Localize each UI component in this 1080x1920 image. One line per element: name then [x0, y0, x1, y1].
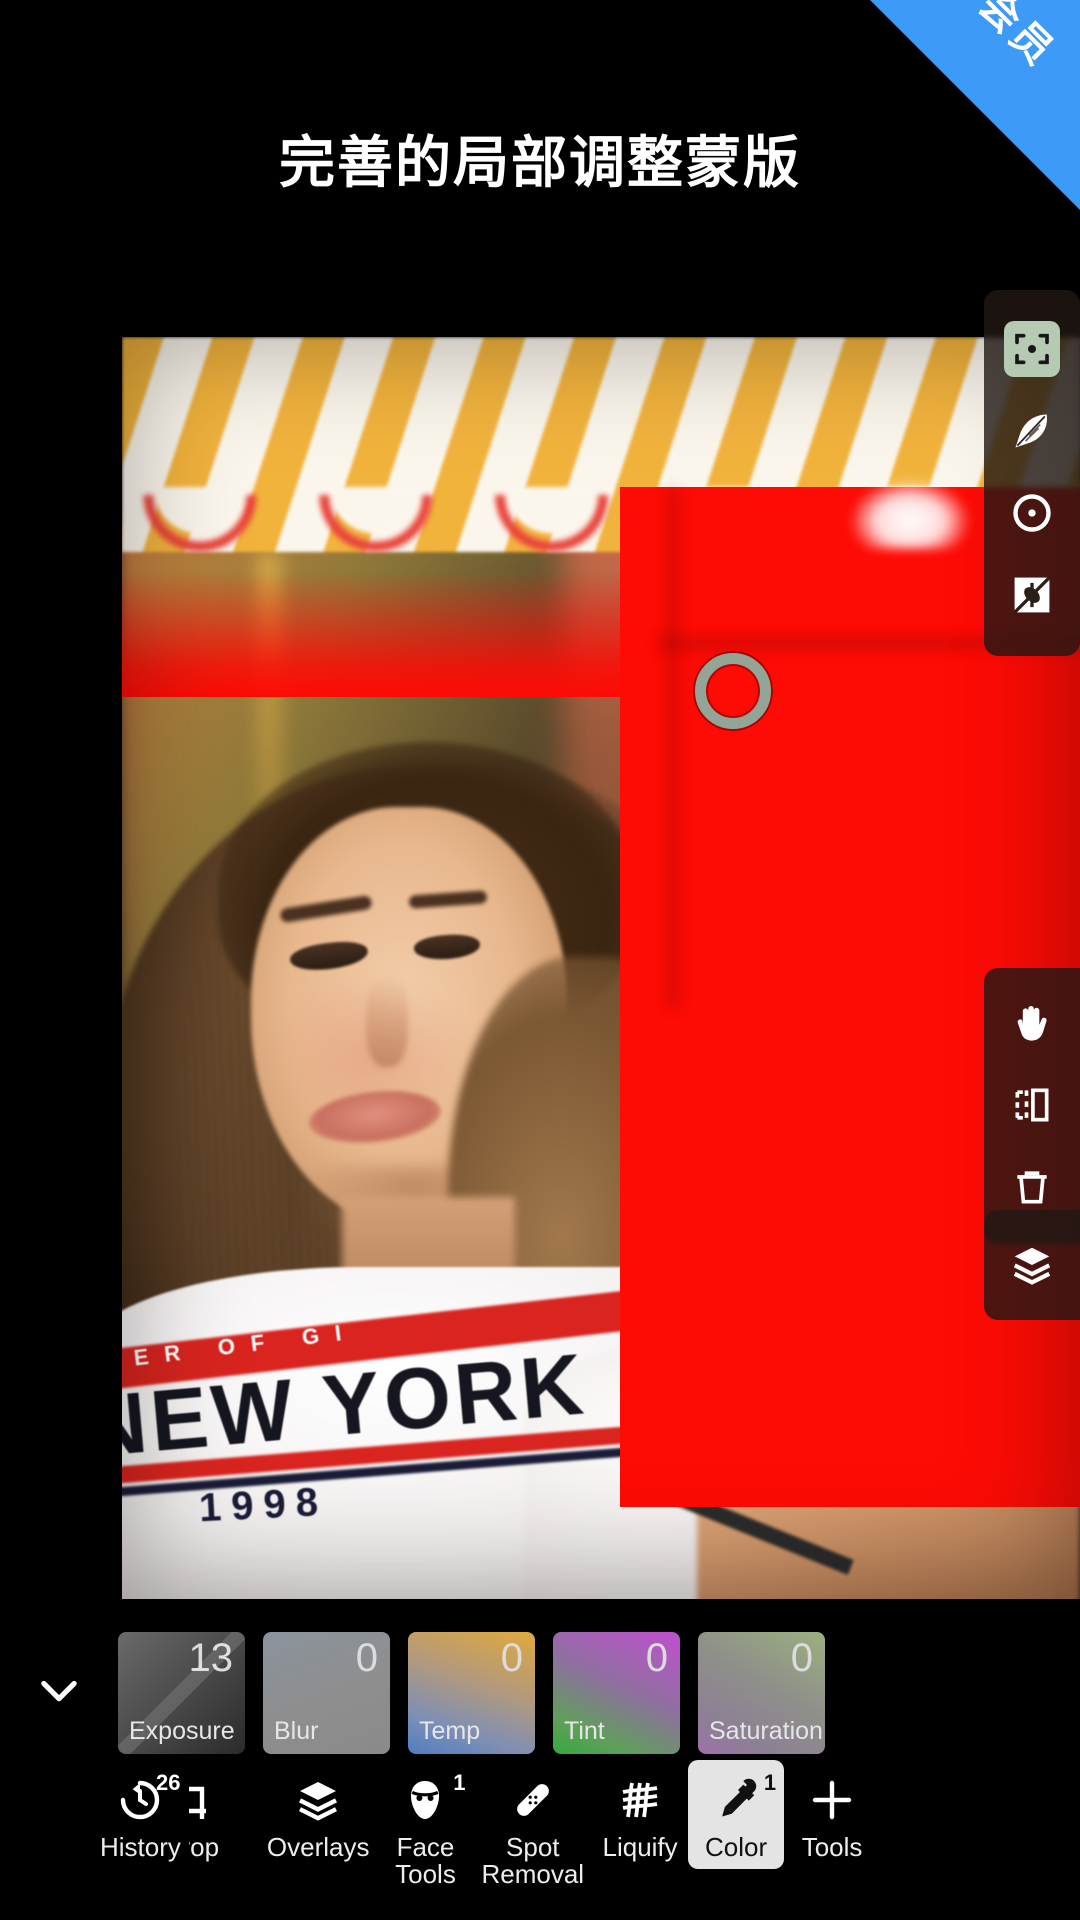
adjustment-swatch-exposure[interactable]: 13 Exposure: [118, 1631, 245, 1754]
toolbar-item-tools[interactable]: Tools: [784, 1760, 880, 1861]
photo-canvas[interactable]: ER OF GI NEW YORK 1998: [122, 337, 1080, 1599]
toolbar-badge: 1: [763, 1770, 777, 1795]
layers-button[interactable]: [984, 1224, 1080, 1306]
mask-tools-panel: [984, 290, 1080, 656]
layers-panel[interactable]: [984, 1210, 1080, 1320]
chevron-down-icon: [33, 1664, 85, 1721]
transform-tools-panel: [984, 968, 1080, 1244]
adjustment-swatches[interactable]: 13 Exposure 0 Blur 0 Temp 0 Tint 0 Saturation: [118, 1631, 825, 1754]
toolbar-item-history[interactable]: 26 History: [92, 1760, 189, 1862]
toolbar-item-liquify[interactable]: Liquify: [592, 1760, 688, 1861]
toolbar-item-color[interactable]: 1 Color: [688, 1760, 785, 1870]
flip-mirror-icon: [1010, 1083, 1054, 1127]
adjustment-value: 0: [500, 1635, 523, 1680]
adjustment-label: Saturation: [709, 1716, 823, 1745]
face-icon: 1: [401, 1770, 465, 1826]
history-icon: 26: [116, 1770, 180, 1826]
pan-hand-icon: [1010, 1001, 1054, 1045]
adjustment-swatch-temp[interactable]: 0 Temp: [408, 1631, 535, 1754]
adjustment-label: Tint: [564, 1716, 605, 1745]
toolbar-badge: 1: [453, 1770, 466, 1795]
adjustment-value: 0: [790, 1635, 813, 1680]
adjustment-swatch-tint[interactable]: 0 Tint: [553, 1631, 680, 1754]
toolbar-label: History: [100, 1832, 181, 1862]
adjustment-value: 0: [645, 1635, 668, 1680]
premium-ribbon[interactable]: 会员: [870, 0, 1080, 210]
adjustment-swatch-saturation[interactable]: 0 Saturation: [698, 1631, 825, 1754]
pan-hand-tool[interactable]: [984, 982, 1080, 1064]
flip-mirror-tool[interactable]: [984, 1064, 1080, 1146]
feather-icon: [1010, 409, 1054, 453]
toolbar-item-spot-removal[interactable]: Spot Removal: [473, 1760, 592, 1888]
bandage-icon: [509, 1774, 557, 1826]
adjustment-label: Temp: [419, 1716, 481, 1745]
adjustment-label: Blur: [274, 1716, 319, 1745]
adjustment-value: 13: [188, 1635, 234, 1680]
plus-icon: [808, 1774, 856, 1826]
radial-icon: [1010, 491, 1054, 535]
brush-cursor-ring[interactable]: [695, 653, 771, 729]
mask-tool-feather[interactable]: [984, 390, 1080, 472]
toolbar-label: Color: [705, 1832, 768, 1862]
eyedropper-icon: 1: [712, 1770, 776, 1826]
invert-icon: [1010, 573, 1054, 617]
adjustment-swatch-blur[interactable]: 0 Blur: [263, 1631, 390, 1754]
mask-tool-invert[interactable]: [984, 554, 1080, 636]
toolbar-label: Tools: [801, 1832, 863, 1862]
adjustments-strip: 13 Exposure 0 Blur 0 Temp 0 Tint 0 Saturation: [0, 1630, 1080, 1755]
mask-tool-selection-target[interactable]: [984, 308, 1080, 390]
toolbar-badge: 26: [155, 1770, 181, 1795]
mask-tool-radial[interactable]: [984, 472, 1080, 554]
adjustment-label: Exposure: [129, 1716, 235, 1745]
layers-icon: [1009, 1242, 1055, 1288]
toolbar-label: Liquify: [602, 1832, 678, 1862]
adjustment-value: 0: [355, 1635, 378, 1680]
liquify-grid-icon: [616, 1774, 664, 1826]
layers-icon: [294, 1774, 342, 1826]
toolbar-item-overlays[interactable]: Overlays: [259, 1760, 378, 1861]
collapse-chevron-button[interactable]: [0, 1664, 118, 1721]
selection-target-icon: [1004, 321, 1060, 377]
bottom-toolbar: 26 History Crop Overlays 1 Face Tools Spot Rem…: [0, 1760, 1080, 1920]
app-root: 会员 完善的局部调整蒙版 ER OF GI NEW YORK 1998 13 E…: [0, 0, 1080, 1920]
toolbar-label: Overlays: [266, 1832, 370, 1862]
toolbar-label: Face Tools: [395, 1832, 456, 1890]
delete-trash-icon: [1010, 1165, 1054, 1209]
toolbar-item-face-tools[interactable]: 1 Face Tools: [377, 1760, 473, 1888]
toolbar-label: Spot Removal: [481, 1832, 585, 1890]
